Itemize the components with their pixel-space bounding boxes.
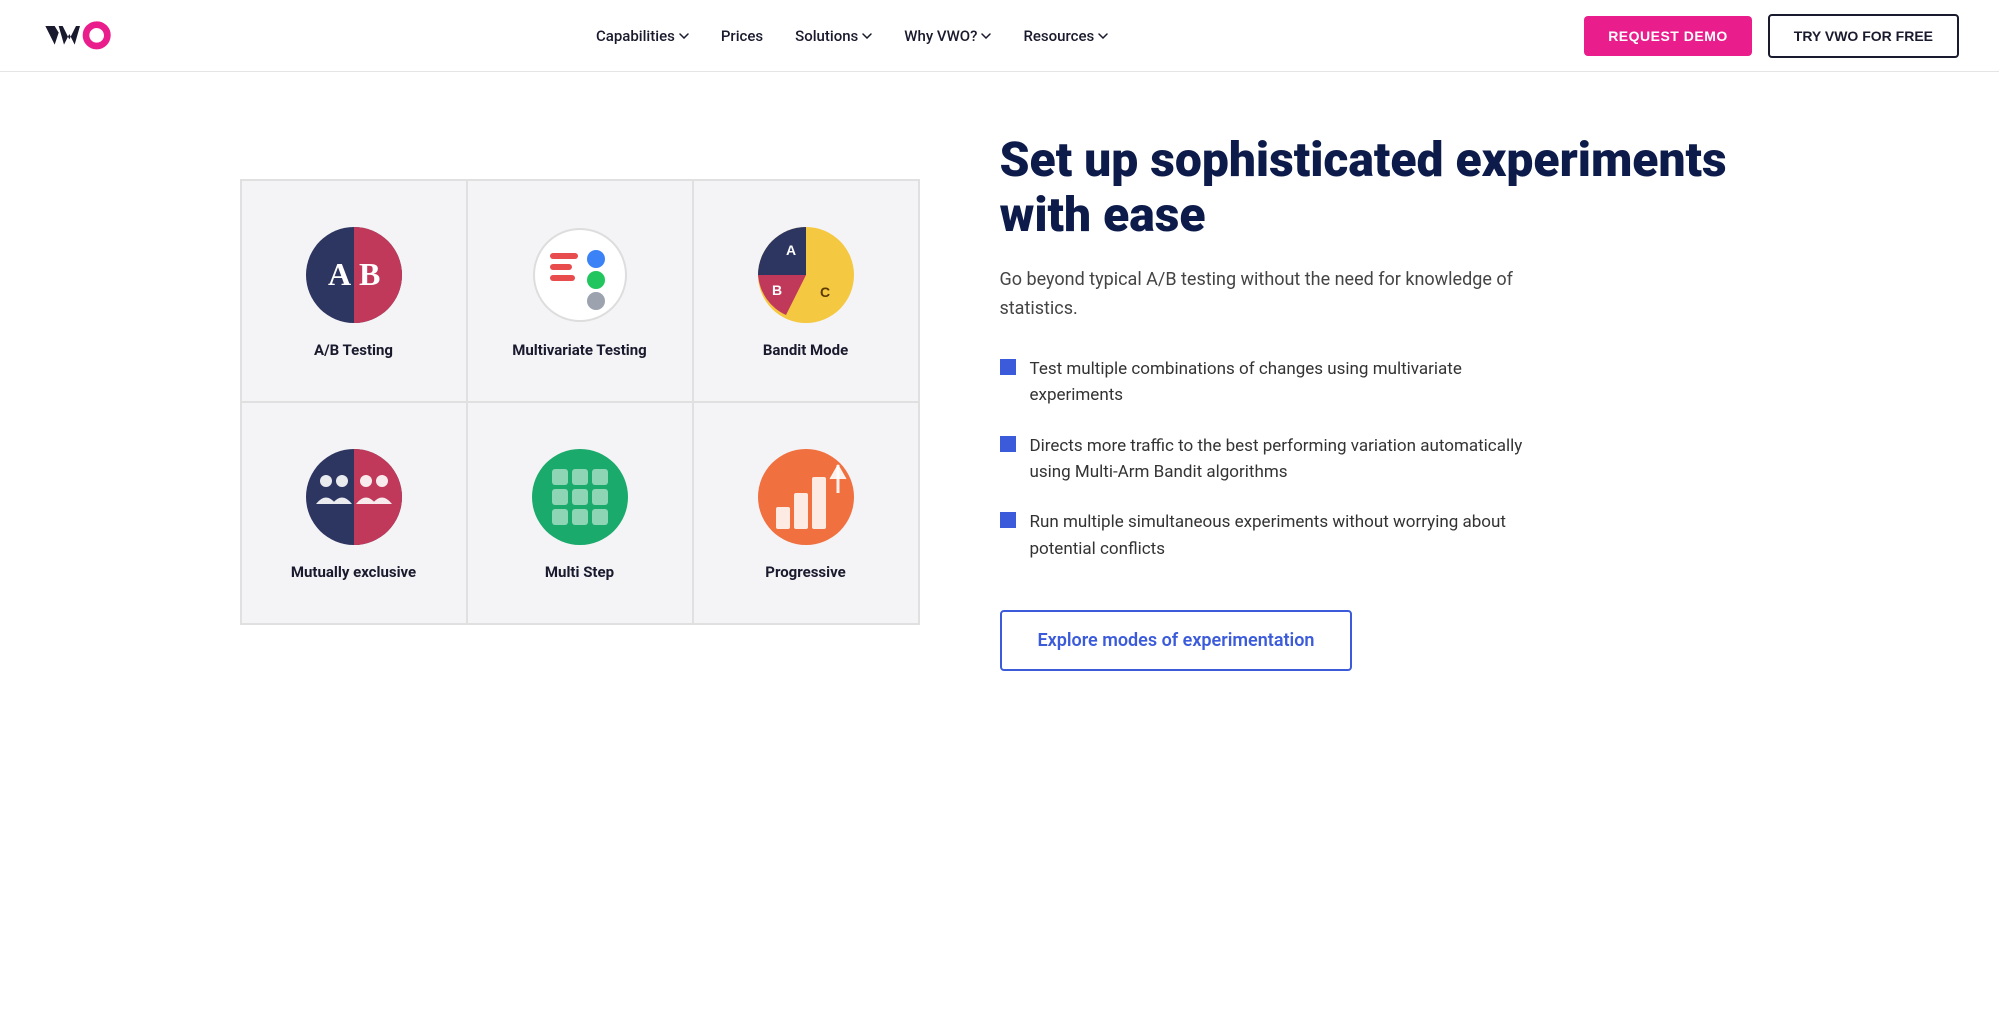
bullet-icon-1	[1000, 359, 1016, 375]
main-subtext: Go beyond typical A/B testing without th…	[1000, 266, 1560, 324]
mutually-exclusive-label: Mutually exclusive	[291, 563, 416, 581]
nav-prices[interactable]: Prices	[721, 27, 763, 45]
svg-text:A: A	[328, 256, 351, 292]
multi-step-icon	[532, 449, 628, 545]
bullet-icon-3	[1000, 512, 1016, 528]
svg-text:B: B	[359, 256, 380, 292]
explore-button[interactable]: Explore modes of experimentation	[1000, 610, 1353, 671]
bullet-3: Run multiple simultaneous experiments wi…	[1000, 509, 1560, 562]
grid-cell-ab-testing[interactable]: A B A/B Testing	[242, 181, 466, 401]
svg-text:A: A	[786, 242, 796, 258]
bullet-1: Test multiple combinations of changes us…	[1000, 356, 1560, 409]
multi-step-label: Multi Step	[545, 563, 614, 581]
ab-testing-label: A/B Testing	[314, 341, 393, 359]
svg-text:C: C	[820, 284, 830, 300]
logo[interactable]	[40, 16, 120, 56]
progressive-icon	[758, 449, 854, 545]
nav-resources[interactable]: Resources	[1023, 27, 1108, 45]
main-content: A B A/B Testing	[200, 72, 1800, 731]
navbar: Capabilities Prices Solutions Why VWO? R…	[0, 0, 1999, 72]
main-headline: Set up sophisticated experiments with ea…	[1000, 132, 1760, 242]
feature-bullets: Test multiple combinations of changes us…	[1000, 356, 1760, 562]
grid-cell-mutually-exclusive[interactable]: Mutually exclusive	[242, 403, 466, 623]
grid-cell-progressive[interactable]: Progressive	[694, 403, 918, 623]
nav-why-vwo[interactable]: Why VWO?	[904, 27, 991, 45]
text-section: Set up sophisticated experiments with ea…	[980, 132, 1760, 671]
grid-cell-multi-step[interactable]: Multi Step	[468, 403, 692, 623]
ab-testing-icon: A B	[306, 227, 402, 323]
nav-links: Capabilities Prices Solutions Why VWO? R…	[596, 27, 1108, 45]
multivariate-label: Multivariate Testing	[512, 341, 647, 359]
bandit-icon: A B C	[758, 227, 854, 323]
nav-actions: REQUEST DEMO TRY VWO FOR FREE	[1584, 14, 1959, 58]
grid-cell-multivariate[interactable]: Multivariate Testing	[468, 181, 692, 401]
bullet-1-text: Test multiple combinations of changes us…	[1030, 356, 1560, 409]
bullet-icon-2	[1000, 436, 1016, 452]
progressive-label: Progressive	[765, 563, 845, 581]
bandit-label: Bandit Mode	[763, 341, 848, 359]
experiment-grid-section: A B A/B Testing	[240, 179, 920, 625]
nav-capabilities[interactable]: Capabilities	[596, 27, 689, 45]
mutually-exclusive-icon	[306, 449, 402, 545]
experiment-grid: A B A/B Testing	[240, 179, 920, 625]
nav-solutions[interactable]: Solutions	[795, 27, 872, 45]
multivariate-icon	[532, 227, 628, 323]
try-free-button[interactable]: TRY VWO FOR FREE	[1768, 14, 1959, 58]
bullet-2: Directs more traffic to the best perform…	[1000, 433, 1560, 486]
grid-cell-bandit[interactable]: A B C Bandit Mode	[694, 181, 918, 401]
svg-text:B: B	[772, 282, 782, 298]
request-demo-button[interactable]: REQUEST DEMO	[1584, 16, 1752, 56]
bullet-2-text: Directs more traffic to the best perform…	[1030, 433, 1560, 486]
bullet-3-text: Run multiple simultaneous experiments wi…	[1030, 509, 1560, 562]
